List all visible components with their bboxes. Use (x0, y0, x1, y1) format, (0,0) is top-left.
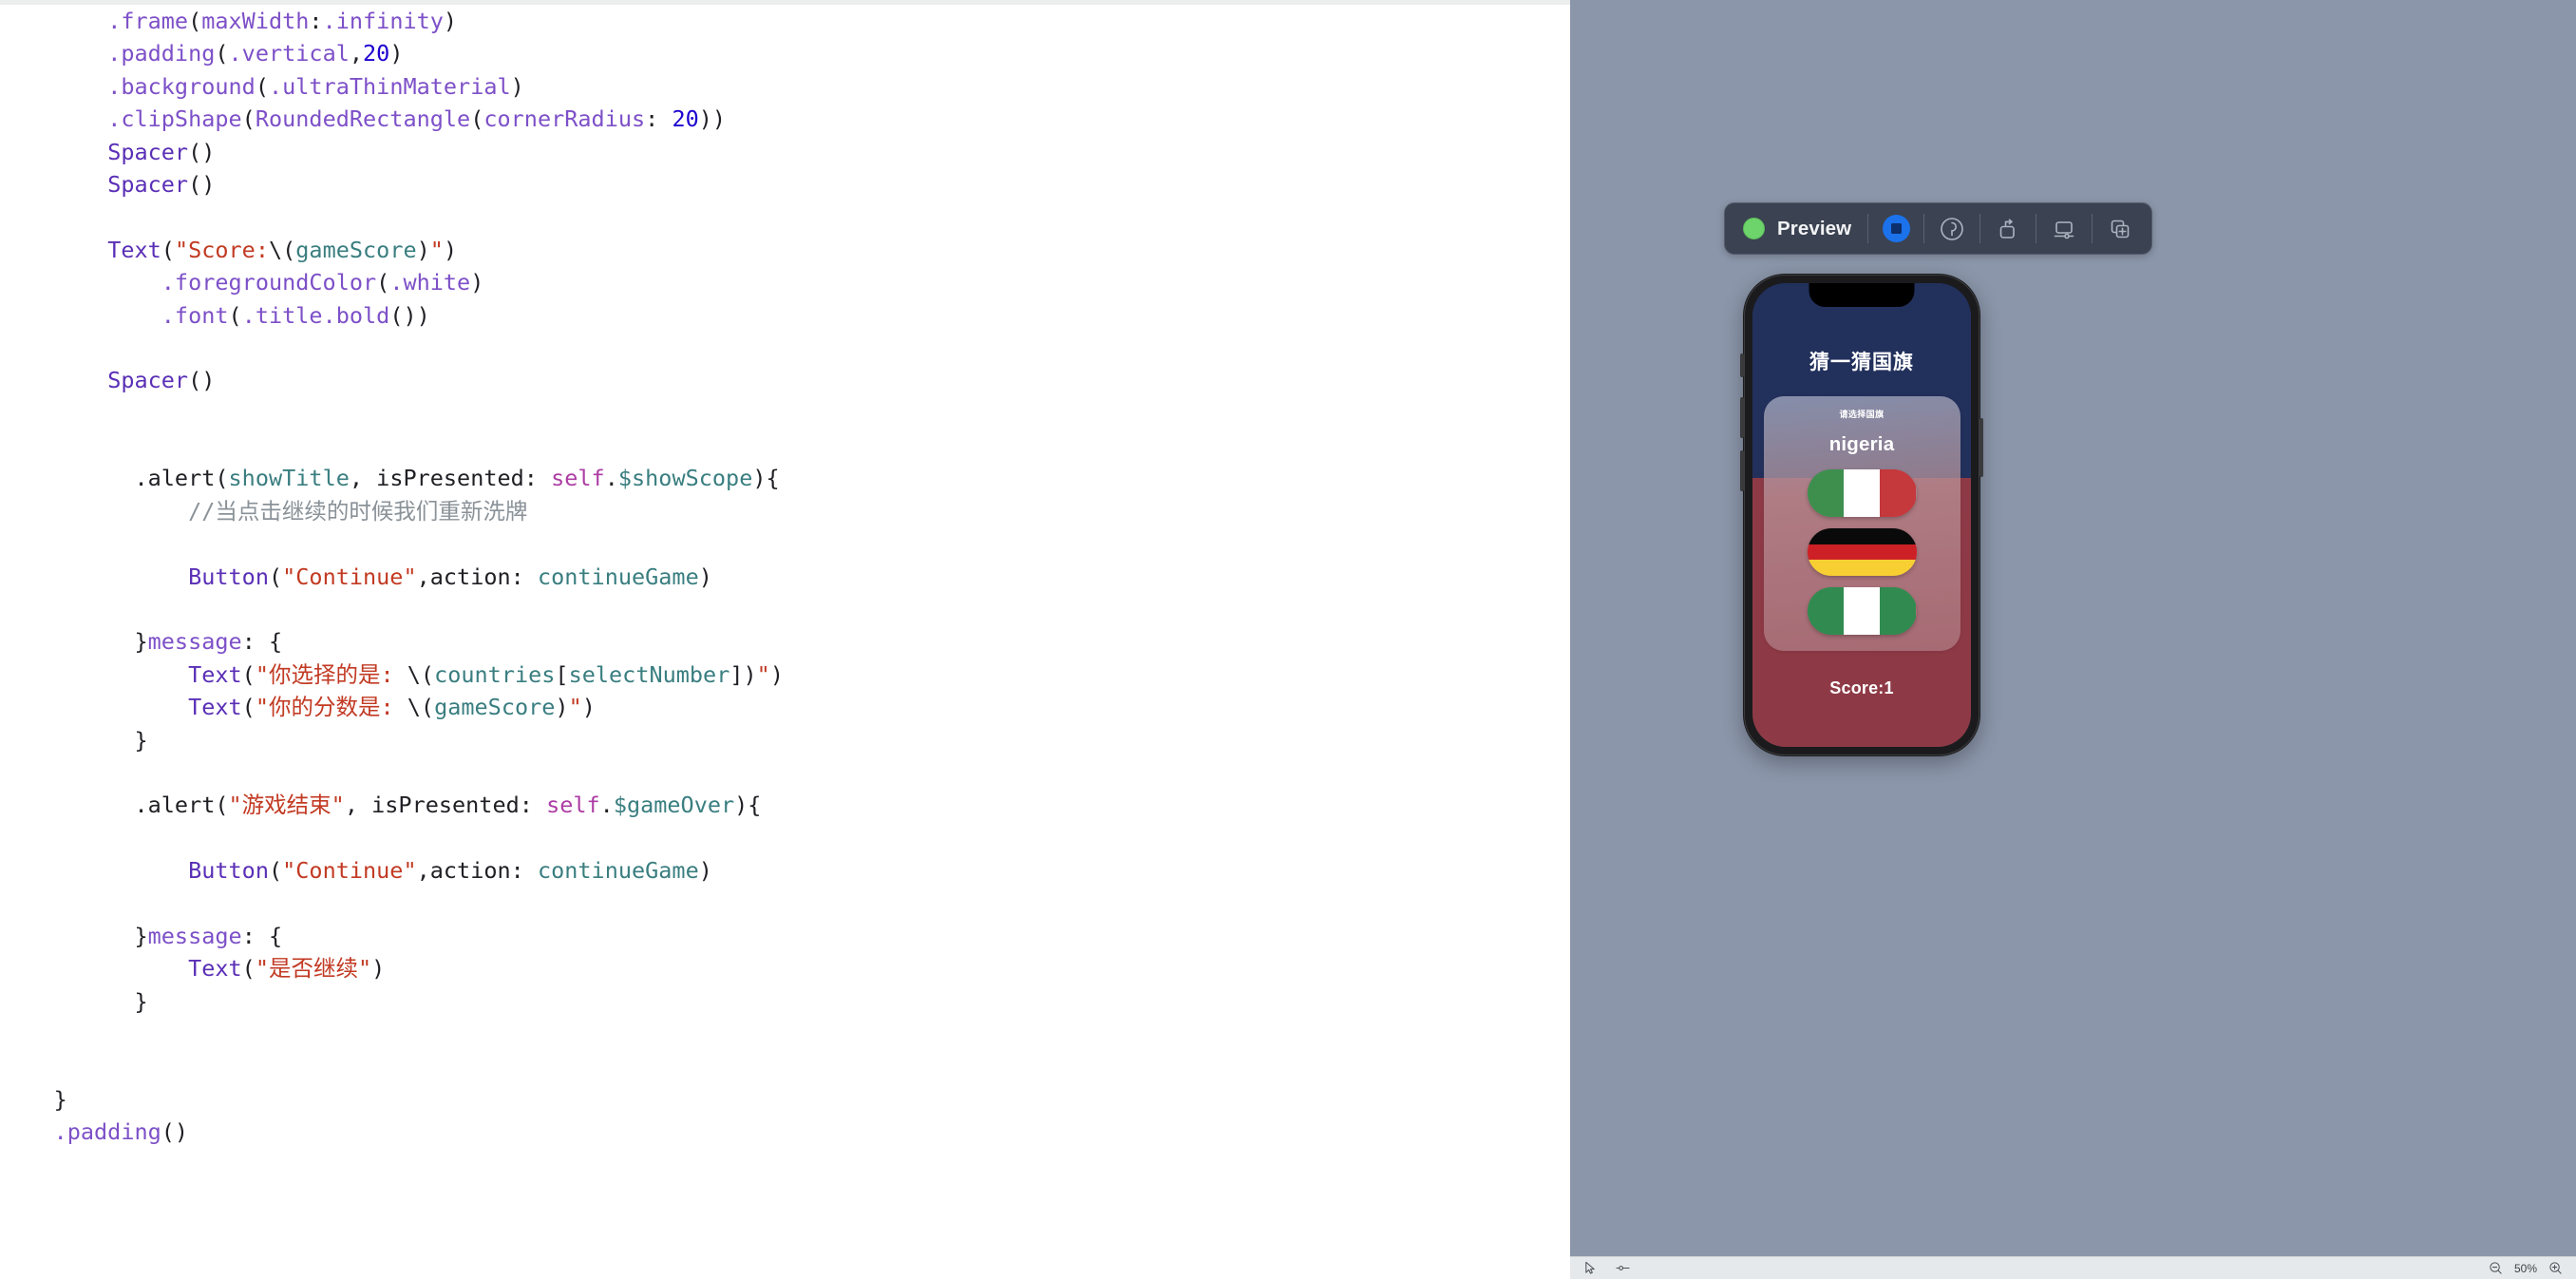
code-line: Spacer() (0, 168, 784, 200)
code-line: .clipShape(RoundedRectangle(cornerRadius… (0, 103, 784, 135)
code-line: Text("Score:\(gameScore)") (0, 234, 784, 266)
flag-option-list (1808, 469, 1917, 635)
code-line (0, 397, 784, 430)
code-line: Text("你的分数是: \(gameScore)") (0, 691, 784, 723)
code-line (0, 332, 784, 364)
add-duplicate-icon (2107, 216, 2133, 242)
inspect-preview-button[interactable] (1924, 202, 1979, 255)
code-line: .font(.title.bold()) (0, 299, 784, 332)
pan-icon[interactable] (1615, 1261, 1631, 1275)
code-line: Button("Continue",action: continueGame) (0, 854, 784, 887)
source-code-text[interactable]: .frame(maxWidth:.infinity) .padding(.ver… (0, 5, 784, 1149)
device-settings-button[interactable] (2036, 202, 2092, 255)
code-line: .padding() (0, 1116, 784, 1148)
code-line (0, 430, 784, 462)
code-line: } (0, 985, 784, 1018)
stop-square-icon (1883, 215, 1910, 242)
app-title: 猜一猜国旗 (1809, 347, 1914, 375)
preview-device-iphone[interactable]: 猜一猜国旗 请选择国旗 nigeria (1743, 274, 1980, 756)
code-line: } (0, 1083, 784, 1116)
code-line: Spacer() (0, 136, 784, 168)
code-line (0, 527, 784, 560)
flag-button-nigeria[interactable] (1808, 587, 1917, 635)
flag-button-germany[interactable] (1808, 528, 1917, 576)
rotate-square-icon (1995, 216, 2021, 242)
canvas-zoom-controls[interactable]: 50% (2489, 1261, 2563, 1275)
device-silent-switch (1740, 353, 1744, 377)
xcode-window: .frame(maxWidth:.infinity) .padding(.ver… (0, 0, 2576, 1279)
device-screen[interactable]: 猜一猜国旗 请选择国旗 nigeria (1752, 283, 1971, 747)
code-editor-pane[interactable]: .frame(maxWidth:.infinity) .padding(.ver… (0, 0, 1570, 1279)
code-line: .background(.ultraThinMaterial) (0, 70, 784, 103)
preview-canvas-pane[interactable]: Preview (1570, 0, 2576, 1279)
code-line (0, 1051, 784, 1083)
code-line (0, 822, 784, 854)
code-line: .foregroundColor(.white) (0, 266, 784, 298)
device-volume-up-button (1740, 397, 1744, 438)
duplicate-preview-button[interactable] (2093, 202, 2148, 255)
bring-forward-button[interactable] (1980, 202, 2036, 255)
code-line: Text("你选择的是: \(countries[selectNumber])"… (0, 659, 784, 691)
code-line: } (0, 724, 784, 756)
code-line: .alert(showTitle, isPresented: self.$sho… (0, 462, 784, 494)
preview-status-label: Preview (1777, 218, 1851, 240)
display-slider-icon (2051, 216, 2077, 242)
canvas-bottom-bar[interactable]: 50% (1570, 1256, 2576, 1279)
code-line (0, 200, 784, 233)
code-line: Spacer() (0, 364, 784, 396)
preview-status-group[interactable]: Preview (1729, 203, 1867, 254)
code-line: .alert("游戏结束", isPresented: self.$gameOv… (0, 789, 784, 821)
zoom-in-icon[interactable] (2548, 1261, 2563, 1275)
code-line (0, 1018, 784, 1050)
cursor-icon[interactable] (1583, 1261, 1598, 1275)
device-power-button (1979, 418, 1983, 477)
code-line: Text("是否继续") (0, 952, 784, 984)
device-notch (1809, 283, 1915, 307)
code-line: .padding(.vertical,20) (0, 37, 784, 69)
inspect-circle-icon (1939, 216, 1965, 242)
code-line (0, 593, 784, 625)
preview-toolbar[interactable]: Preview (1724, 202, 2152, 255)
code-line: Button("Continue",action: continueGame) (0, 561, 784, 593)
app-root-view: 猜一猜国旗 请选择国旗 nigeria (1752, 283, 1971, 747)
code-line: .frame(maxWidth:.infinity) (0, 5, 784, 37)
code-line: }message: { (0, 625, 784, 658)
code-line (0, 756, 784, 789)
canvas-zoom-level: 50% (2514, 1262, 2537, 1275)
quiz-country-label: nigeria (1829, 433, 1895, 456)
flag-button-italy[interactable] (1808, 469, 1917, 517)
code-line: }message: { (0, 920, 784, 952)
device-volume-down-button (1740, 450, 1744, 491)
quiz-card: 请选择国旗 nigeria (1764, 396, 1960, 651)
score-label: Score:1 (1829, 678, 1893, 698)
stop-preview-button[interactable] (1868, 202, 1923, 255)
zoom-out-icon[interactable] (2489, 1261, 2503, 1275)
preview-running-dot (1743, 218, 1765, 239)
quiz-prompt-label: 请选择国旗 (1839, 408, 1884, 420)
code-line (0, 888, 784, 920)
code-line: //当点击继续的时候我们重新洗牌 (0, 495, 784, 527)
